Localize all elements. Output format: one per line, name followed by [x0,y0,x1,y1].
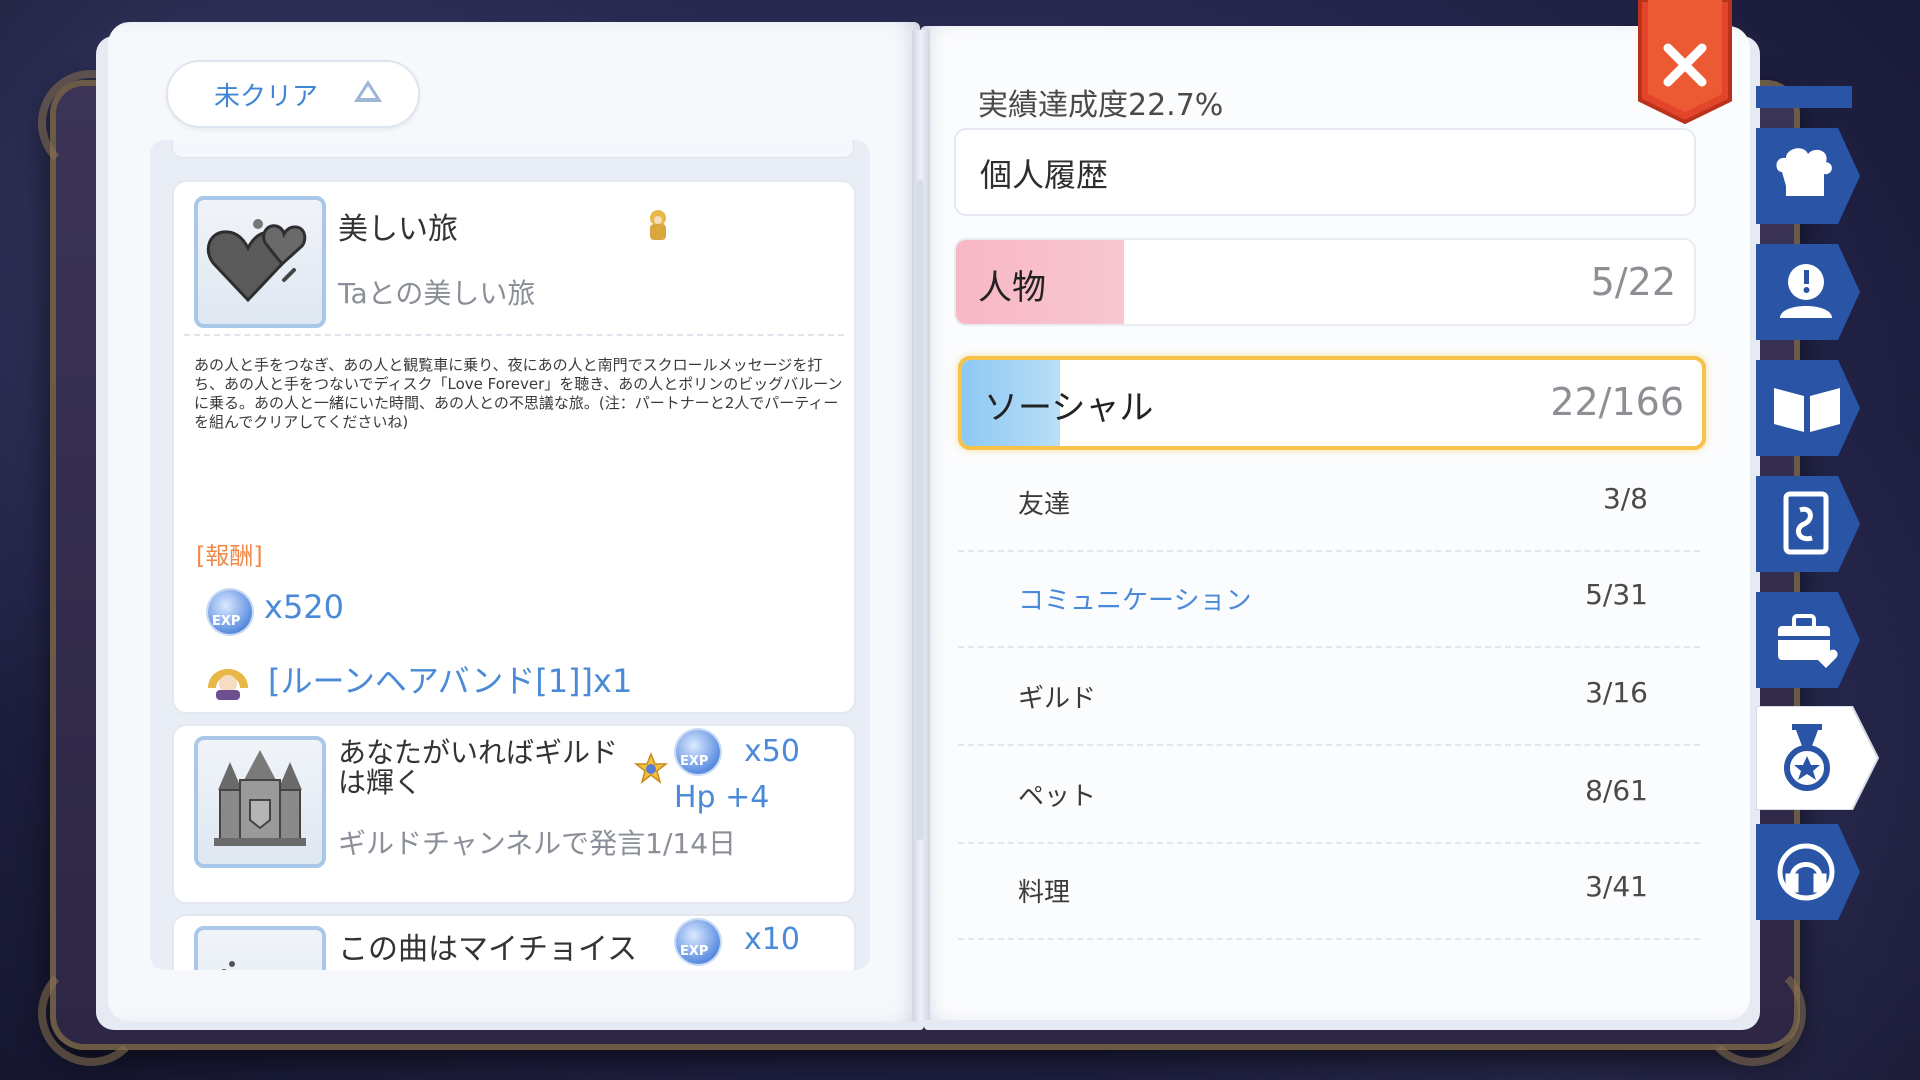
hairband-icon [208,658,248,702]
guild-emblem-icon [633,751,669,788]
achievement-card[interactable]: あなたがいればギルドは輝く EXP x50 Hp +4 ギルドチャンネルで発言1… [172,724,856,904]
tab-briefcase[interactable] [1756,592,1864,688]
sub-item-label: 料理 [1018,878,1071,908]
bar-count: 5/22 [1590,260,1676,304]
sub-item-label: コミュニケーション [1018,586,1252,616]
reward-label: [報酬] [196,542,263,570]
reward-value[interactable]: [ルーンヘアバンド[1]]x1 [268,656,632,702]
exp-icon-text: EXP [212,614,241,629]
tab-cards[interactable] [1756,476,1864,572]
tab-cooking[interactable] [1756,128,1864,224]
character-icon [644,208,672,244]
sub-item-label: ギルド [1018,684,1097,714]
category-header: 個人履歴 [954,128,1696,216]
sub-item-guild[interactable]: ギルド 3/16 [958,648,1700,746]
list-scrollbar[interactable] [916,180,924,840]
close-button[interactable] [1636,0,1734,125]
category-title: 個人履歴 [980,156,1109,194]
achievement-title: 美しい旅 [338,212,458,247]
sub-item-pet[interactable]: ペット 8/61 [958,746,1700,844]
sub-item-cooking[interactable]: 料理 3/41 [958,842,1700,940]
sub-item-label: ペット [1018,782,1097,812]
filter-dropdown[interactable]: 未クリア [166,60,420,128]
achievement-description: あの人と手をつなぎ、あの人と観覧車に乗り、夜にあの人と南門でスクロールメッセージ… [194,356,843,431]
tab-book[interactable] [1756,360,1864,456]
tab-rail-top [1756,86,1852,108]
tab-support[interactable] [1756,824,1864,920]
exp-icon-text: EXP [680,754,709,769]
category-bar-person[interactable]: 人物 5/22 [954,238,1696,326]
sub-item-count: 3/41 [1585,870,1648,903]
achievement-rate: 実績達成度22.7% [978,88,1224,123]
list-top-edge [172,140,854,158]
achievement-title: あなたがいればギルドは輝く [338,736,619,799]
sub-item-count: 5/31 [1585,578,1648,611]
castle-icon [214,750,306,846]
achievement-list[interactable]: 美しい旅 Taとの美しい旅 あの人と手をつなぎ、あの人と観覧車に乗り、夜にあの人… [150,140,870,970]
music-thumbnail [194,926,326,970]
reward-value: x50 [744,734,800,769]
bar-count: 22/166 [1550,380,1684,424]
achievement-subtitle: Taとの美しい旅 [338,277,536,310]
exp-icon-text: EXP [680,944,709,959]
achievement-subtitle: ギルドチャンネルで発言1/14日 [338,827,737,860]
filter-label: 未クリア [214,82,319,112]
sub-item-communication[interactable]: コミュニケーション 5/31 [958,550,1700,648]
achievement-title: この曲はマイチョイス [338,932,638,967]
music-box-icon [221,961,235,970]
achievement-card[interactable]: この曲はマイチョイス EXP x10 [172,914,856,970]
divider [184,334,844,336]
category-bar-social[interactable]: ソーシャル 22/166 [958,356,1706,450]
achievement-card[interactable]: 美しい旅 Taとの美しい旅 あの人と手をつなぎ、あの人と観覧車に乗り、夜にあの人… [172,180,856,714]
triangle-up-icon [354,80,382,102]
sub-item-count: 3/8 [1602,482,1648,515]
hp-reward-value: Hp +4 [674,780,770,815]
bar-label: 人物 [978,268,1046,308]
tab-achievements[interactable] [1756,706,1880,810]
sub-item-count: 8/61 [1585,774,1648,807]
reward-value: x520 [264,588,345,626]
reward-value: x10 [744,922,800,957]
hearts-icon [206,219,307,303]
sub-item-label: 友達 [1018,490,1071,520]
sub-item-count: 3/16 [1585,676,1648,709]
bar-label: ソーシャル [984,388,1154,428]
hearts-thumbnail [194,196,326,328]
castle-thumbnail [194,736,326,868]
sub-item-friends[interactable]: 友達 3/8 [958,454,1700,552]
tab-profile[interactable] [1756,244,1864,340]
